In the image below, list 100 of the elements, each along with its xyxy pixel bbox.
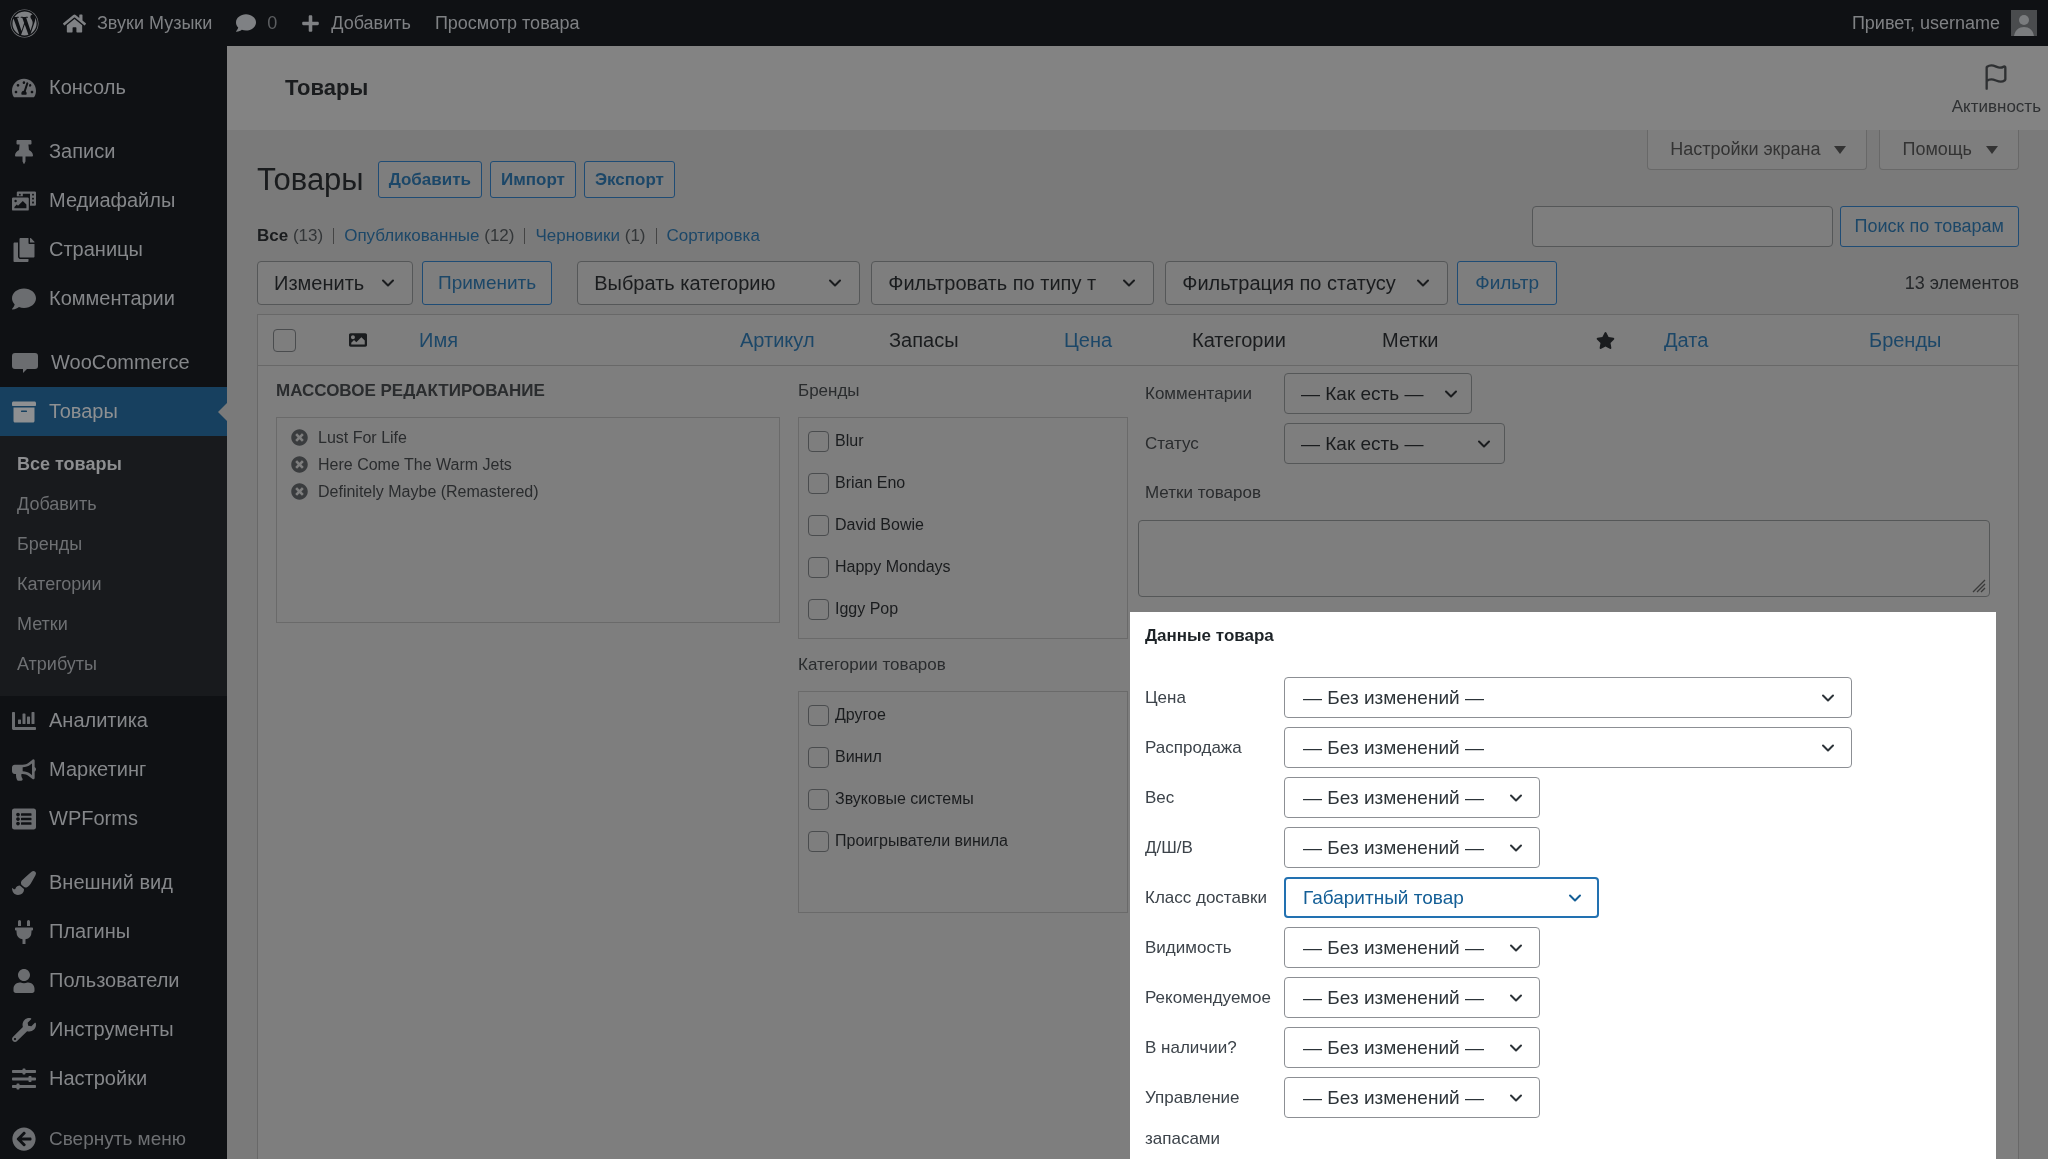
field-dropdown[interactable]: — Без изменений —	[1284, 827, 1540, 868]
select-all-checkbox[interactable]	[273, 328, 296, 352]
field-dropdown[interactable]: — Без изменений —	[1284, 1027, 1540, 1068]
field-dropdown[interactable]: — Как есть —	[1284, 423, 1505, 464]
site-name-link[interactable]: Звуки Музыки	[63, 0, 213, 46]
field-label: В наличии?	[1145, 1037, 1238, 1059]
bulk-edit-title: МАССОВОЕ РЕДАКТИРОВАНИЕ	[276, 381, 546, 401]
filter-button[interactable]: Фильтр	[1457, 261, 1557, 305]
submenu-item[interactable]: Атрибуты	[0, 644, 227, 684]
remove-icon[interactable]	[291, 429, 308, 446]
page-action-button[interactable]: Добавить	[377, 161, 482, 198]
search-button[interactable]: Поиск по товарам	[1839, 206, 2019, 247]
panel-title: Данные товара	[1145, 626, 1275, 646]
menu-item[interactable]: Настройки	[0, 1054, 227, 1103]
submenu-item[interactable]: Добавить	[0, 484, 227, 524]
paintbrush-icon	[12, 870, 36, 895]
checkbox-label: Винил	[835, 748, 882, 766]
checkbox-label: David Bowie	[835, 516, 924, 534]
menu-item[interactable]: Консоль	[0, 63, 227, 112]
submenu-item[interactable]: Метки	[0, 604, 227, 644]
checkbox[interactable]	[808, 788, 829, 810]
checkbox[interactable]	[808, 598, 829, 620]
add-new-link[interactable]: Добавить	[301, 0, 411, 46]
menu-item[interactable]: Медиафайлы	[0, 176, 227, 225]
column-header-link[interactable]: Дата	[1664, 328, 1709, 352]
menu-item[interactable]: Записи	[0, 127, 227, 176]
menu-item[interactable]: Внешний вид	[0, 858, 227, 907]
column-header-link[interactable]: Цена	[1064, 328, 1113, 352]
checkbox[interactable]	[808, 430, 829, 452]
column-header: Запасы	[889, 328, 959, 352]
menu-item[interactable]: WPForms	[0, 794, 227, 843]
screen-tab[interactable]: Помощь	[1879, 130, 2019, 170]
submenu-item[interactable]: Все товары	[0, 444, 227, 484]
header-title: Товары	[285, 75, 369, 101]
remove-icon[interactable]	[291, 456, 308, 473]
column-header-link[interactable]: Имя	[419, 328, 458, 352]
field-dropdown[interactable]: — Без изменений —	[1284, 1077, 1540, 1118]
view-filter-link[interactable]: Все (13)	[257, 225, 324, 247]
menu-item[interactable]: Страницы	[0, 225, 227, 274]
checkbox-label: Звуковые системы	[835, 790, 974, 808]
greeting-link[interactable]: Привет, username	[1851, 0, 2037, 46]
menu-item[interactable]: Пользователи	[0, 956, 227, 1005]
field-label: Управление запасами	[1145, 1087, 1241, 1150]
filter-dropdown[interactable]: Фильтрация по статусу	[1165, 261, 1449, 305]
menu-item[interactable]: WooCommerce	[0, 338, 227, 387]
sliders-icon	[12, 1066, 36, 1091]
caret-icon	[1834, 145, 1847, 154]
product-title: Lust For Life	[318, 428, 407, 447]
screen-tab[interactable]: Настройки экрана	[1647, 130, 1868, 170]
view-filter-link[interactable]: Опубликованные (12)	[344, 225, 515, 247]
user-icon	[12, 968, 36, 993]
view-filter-link[interactable]: Черновики (1)	[535, 225, 646, 247]
column-header-link[interactable]: Артикул	[740, 328, 815, 352]
avatar-icon	[2011, 10, 2037, 36]
menu-item[interactable]: Аналитика	[0, 696, 227, 745]
page-title: Товары	[257, 161, 364, 198]
checkbox[interactable]	[808, 746, 829, 768]
view-product-link[interactable]: Просмотр товара	[434, 0, 580, 46]
filter-dropdown[interactable]: Фильтровать по типу т	[871, 261, 1155, 305]
filter-dropdown[interactable]: Выбрать категорию	[577, 261, 861, 305]
search-field[interactable]	[1531, 206, 1833, 247]
speech-bubble-icon	[12, 352, 38, 373]
checkbox[interactable]	[808, 514, 829, 536]
bulk-action-dropdown[interactable]: Изменить	[257, 261, 413, 305]
form-icon	[12, 806, 36, 831]
field-dropdown[interactable]: — Без изменений —	[1284, 977, 1540, 1018]
tags-textarea[interactable]	[1138, 520, 1990, 597]
archive-box-icon	[12, 399, 36, 424]
menu-item[interactable]: Плагины	[0, 907, 227, 956]
field-dropdown[interactable]: — Без изменений —	[1284, 677, 1852, 718]
remove-icon[interactable]	[291, 483, 308, 500]
collapse-menu-button[interactable]: Свернуть меню	[0, 1119, 227, 1159]
checkbox[interactable]	[808, 556, 829, 578]
checkbox[interactable]	[808, 830, 829, 852]
image-icon	[349, 331, 367, 349]
submenu-item[interactable]: Бренды	[0, 524, 227, 564]
menu-item[interactable]: Маркетинг	[0, 745, 227, 794]
menu-item[interactable]: Комментарии	[0, 274, 227, 323]
checkbox[interactable]	[808, 472, 829, 494]
resize-grip-icon[interactable]	[1972, 579, 1986, 593]
apply-button[interactable]: Применить	[422, 261, 553, 305]
menu-item[interactable]: Товары	[0, 387, 227, 436]
page-action-button[interactable]: Экспорт	[583, 161, 675, 198]
field-dropdown[interactable]: Габаритный товар	[1284, 877, 1599, 918]
submenu-item[interactable]: Категории	[0, 564, 227, 604]
page-action-button[interactable]: Импорт	[490, 161, 576, 198]
field-dropdown[interactable]: — Как есть —	[1284, 373, 1472, 414]
field-dropdown[interactable]: — Без изменений —	[1284, 927, 1540, 968]
activity-button[interactable]: Активность	[1951, 59, 2041, 117]
checkbox-label: Brian Eno	[835, 474, 906, 492]
field-dropdown[interactable]: — Без изменений —	[1284, 777, 1540, 818]
caret-icon	[1986, 145, 1998, 154]
checkbox[interactable]	[808, 704, 829, 726]
column-header-link[interactable]: Бренды	[1869, 328, 1942, 352]
view-filter-link[interactable]: Сортировка	[666, 225, 760, 247]
home-icon	[63, 11, 86, 35]
menu-item[interactable]: Инструменты	[0, 1005, 227, 1054]
logo-icon[interactable]	[10, 8, 39, 38]
field-dropdown[interactable]: — Без изменений —	[1284, 727, 1852, 768]
comments-link[interactable]: 0	[236, 0, 278, 46]
